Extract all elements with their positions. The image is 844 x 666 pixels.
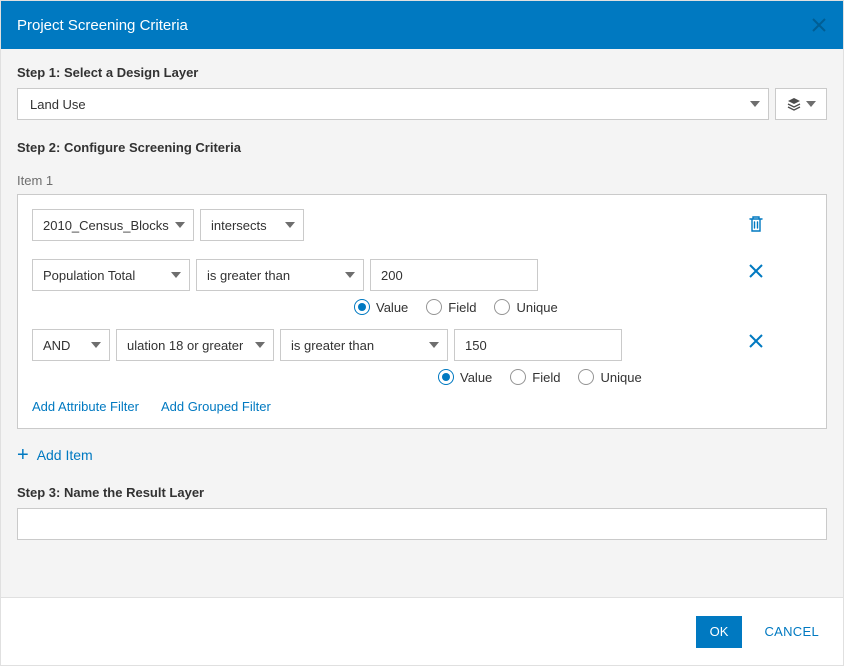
- dialog-footer: OK CANCEL: [1, 597, 843, 665]
- dialog-body: Step 1: Select a Design Layer Land Use: [1, 49, 843, 597]
- dialog-title: Project Screening Criteria: [17, 17, 188, 34]
- caret-down-icon: [255, 342, 265, 348]
- add-grouped-filter-link[interactable]: Add Grouped Filter: [161, 399, 271, 414]
- caret-down-icon: [285, 222, 295, 228]
- filter2-value-radio[interactable]: Value: [438, 369, 492, 385]
- filter2-field-value: ulation 18 or greater: [127, 338, 243, 353]
- radio-label: Value: [460, 370, 492, 385]
- spatial-operator-value: intersects: [211, 218, 267, 233]
- layer-visibility-button[interactable]: [775, 88, 827, 120]
- filter1-unique-radio[interactable]: Unique: [494, 299, 557, 315]
- step2-label: Step 2: Configure Screening Criteria: [17, 140, 827, 155]
- radio-label: Unique: [516, 300, 557, 315]
- design-layer-select[interactable]: Land Use: [17, 88, 769, 120]
- filter1-value-input[interactable]: [370, 259, 538, 291]
- filter2-op-value: is greater than: [291, 338, 374, 353]
- filter2-value-input[interactable]: [454, 329, 622, 361]
- caret-down-icon: [429, 342, 439, 348]
- design-layer-value: Land Use: [30, 97, 86, 112]
- radio-icon: [426, 299, 442, 315]
- step2-block: Step 2: Configure Screening Criteria Ite…: [17, 140, 827, 463]
- filter1-operator-select[interactable]: is greater than: [196, 259, 364, 291]
- layers-icon: [786, 96, 802, 112]
- radio-label: Field: [448, 300, 476, 315]
- delete-item-icon[interactable]: [748, 215, 764, 233]
- radio-label: Value: [376, 300, 408, 315]
- step1-block: Step 1: Select a Design Layer Land Use: [17, 65, 827, 120]
- filter2-operator-select[interactable]: is greater than: [280, 329, 448, 361]
- dialog-header: Project Screening Criteria: [1, 1, 843, 49]
- add-item-button[interactable]: + Add Item: [17, 447, 827, 463]
- filter2-unique-radio[interactable]: Unique: [578, 369, 641, 385]
- ok-button[interactable]: OK: [696, 616, 743, 648]
- conjunction-select[interactable]: AND: [32, 329, 110, 361]
- caret-down-icon: [175, 222, 185, 228]
- radio-icon: [354, 299, 370, 315]
- caret-down-icon: [806, 101, 816, 107]
- step1-label: Step 1: Select a Design Layer: [17, 65, 827, 80]
- source-layer-value: 2010_Census_Blocks: [43, 218, 169, 233]
- radio-icon: [578, 369, 594, 385]
- remove-filter1-icon[interactable]: [748, 263, 764, 279]
- radio-icon: [438, 369, 454, 385]
- step3-label: Step 3: Name the Result Layer: [17, 485, 827, 500]
- source-layer-select[interactable]: 2010_Census_Blocks: [32, 209, 194, 241]
- criteria-item-1: 2010_Census_Blocks intersects Population…: [17, 194, 827, 429]
- filter1-op-value: is greater than: [207, 268, 290, 283]
- add-attribute-filter-link[interactable]: Add Attribute Filter: [32, 399, 139, 414]
- filter1-field-select[interactable]: Population Total: [32, 259, 190, 291]
- step3-block: Step 3: Name the Result Layer: [17, 485, 827, 540]
- filter2-field-radio[interactable]: Field: [510, 369, 560, 385]
- remove-filter2-icon[interactable]: [748, 333, 764, 349]
- radio-icon: [510, 369, 526, 385]
- caret-down-icon: [91, 342, 101, 348]
- cancel-button[interactable]: CANCEL: [764, 624, 819, 639]
- result-layer-name-input[interactable]: [17, 508, 827, 540]
- project-screening-dialog: Project Screening Criteria Step 1: Selec…: [0, 0, 844, 666]
- radio-label: Field: [532, 370, 560, 385]
- radio-label: Unique: [600, 370, 641, 385]
- conjunction-value: AND: [43, 338, 70, 353]
- add-item-label: Add Item: [37, 447, 93, 463]
- filter2-field-select[interactable]: ulation 18 or greater: [116, 329, 274, 361]
- item1-label: Item 1: [17, 173, 827, 188]
- radio-icon: [494, 299, 510, 315]
- filter1-value-radio[interactable]: Value: [354, 299, 408, 315]
- caret-down-icon: [750, 101, 760, 107]
- filter1-field-value: Population Total: [43, 268, 135, 283]
- caret-down-icon: [345, 272, 355, 278]
- filter1-field-radio[interactable]: Field: [426, 299, 476, 315]
- close-icon[interactable]: [811, 17, 827, 33]
- spatial-operator-select[interactable]: intersects: [200, 209, 304, 241]
- caret-down-icon: [171, 272, 181, 278]
